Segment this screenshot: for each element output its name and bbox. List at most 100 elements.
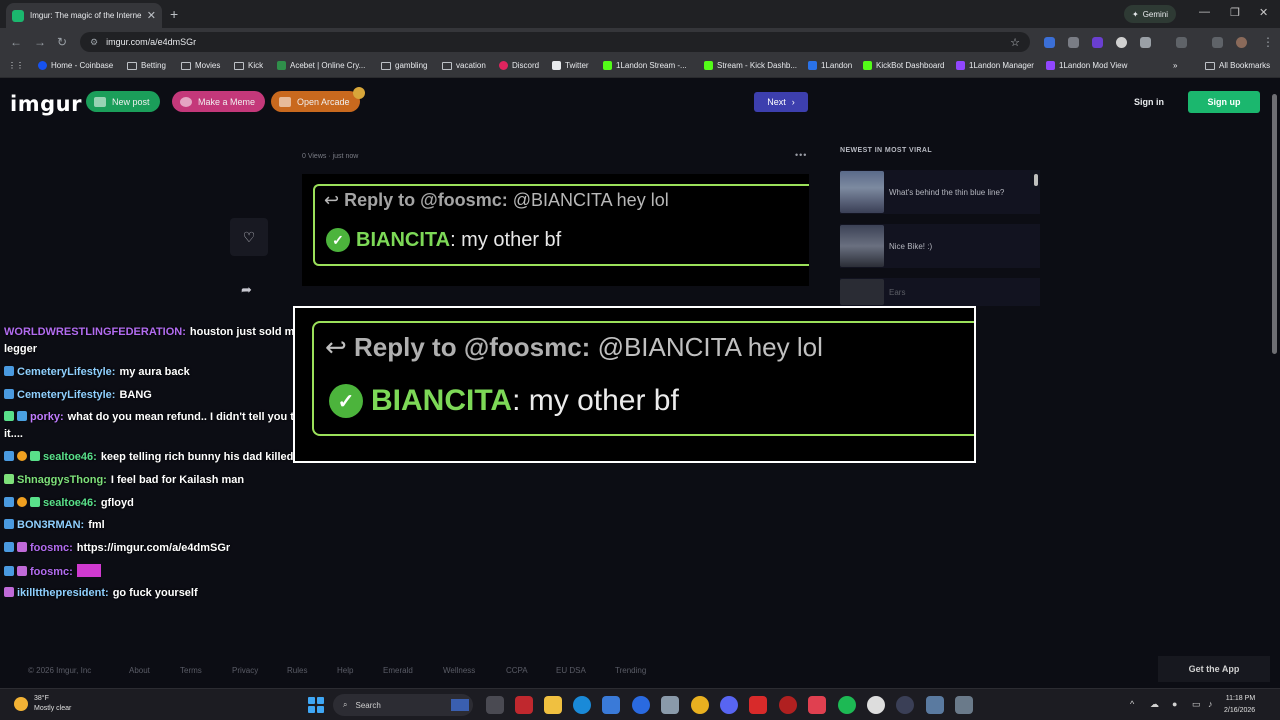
- extension-icon-3[interactable]: [1116, 37, 1127, 48]
- address-bar[interactable]: ⚙ imgur.com/a/e4dmSGr ☆: [80, 32, 1030, 52]
- network-icon[interactable]: ☁: [1150, 699, 1159, 710]
- footer-link-privacy[interactable]: Privacy: [232, 666, 258, 675]
- page-scrollbar[interactable]: [1272, 94, 1277, 354]
- file-explorer-icon[interactable]: [544, 696, 562, 714]
- bookmark-1landon-mod[interactable]: 1Landon Mod View: [1046, 61, 1127, 70]
- new-tab-icon[interactable]: +: [170, 6, 178, 22]
- forward-icon[interactable]: →: [34, 35, 46, 49]
- bookmark-kickbot[interactable]: KickBot Dashboard: [863, 61, 944, 70]
- app-icon[interactable]: [749, 696, 767, 714]
- bookmark-1landon-manager[interactable]: 1Landon Manager: [956, 61, 1034, 70]
- extension-icon-1[interactable]: [1044, 37, 1055, 48]
- restore-icon[interactable]: ❐: [1230, 6, 1240, 19]
- open-arcade-button[interactable]: Open Arcade: [271, 91, 360, 112]
- twitch-extension-icon[interactable]: [1092, 37, 1103, 48]
- sidebar-title: NEWEST IN MOST VIRAL: [840, 147, 932, 154]
- bookmark-1landon-stream[interactable]: 1Landon Stream -...: [603, 61, 687, 70]
- sidebar-item[interactable]: Nice Bike! :): [840, 224, 1040, 268]
- sign-up-button[interactable]: Sign up: [1188, 91, 1260, 113]
- microphone-icon[interactable]: ●: [1172, 699, 1177, 709]
- browser-tab[interactable]: Imgur: The magic of the Interne ✕: [6, 3, 162, 28]
- profile-avatar[interactable]: [1236, 37, 1247, 48]
- app-icon[interactable]: [779, 696, 797, 714]
- chrome-icon[interactable]: [691, 696, 709, 714]
- bookmark-acebet[interactable]: Acebet | Online Cry...: [277, 61, 365, 70]
- sidebar-item[interactable]: Ears: [840, 278, 1040, 306]
- volume-icon[interactable]: ♪: [1208, 699, 1213, 709]
- next-post-button[interactable]: Next ›: [754, 92, 808, 112]
- taskbar-search[interactable]: ⌕ Search: [333, 694, 473, 716]
- app-icon[interactable]: [808, 696, 826, 714]
- edge-icon[interactable]: [573, 696, 591, 714]
- reply-line: ↩ Reply to @foosmc: @BIANCITA hey lol: [324, 190, 669, 211]
- post-options-icon[interactable]: •••: [795, 150, 807, 160]
- media-controls-icon[interactable]: [1212, 37, 1223, 48]
- settings-icon[interactable]: [661, 696, 679, 714]
- site-info-icon[interactable]: ⚙: [90, 37, 98, 48]
- back-icon[interactable]: ←: [10, 35, 22, 49]
- close-window-icon[interactable]: ✕: [1259, 6, 1268, 19]
- app-icon[interactable]: [896, 696, 914, 714]
- footer-link-rules[interactable]: Rules: [287, 666, 307, 675]
- bookmark-1landon[interactable]: 1Landon: [808, 61, 852, 70]
- reload-icon[interactable]: ↻: [57, 35, 67, 49]
- tray-overflow-icon[interactable]: ^: [1130, 699, 1134, 709]
- minimize-icon[interactable]: —: [1199, 6, 1210, 18]
- imgur-logo[interactable]: imgur: [10, 92, 82, 116]
- calculator-icon[interactable]: [955, 696, 973, 714]
- footer-link-ccpa[interactable]: CCPA: [506, 666, 528, 675]
- bookmark-stream-kick[interactable]: Stream - Kick Dashb...: [704, 61, 797, 70]
- bookmark-movies[interactable]: Movies: [181, 61, 220, 70]
- bookmark-star-icon[interactable]: ☆: [1010, 36, 1020, 49]
- bookmark-twitter[interactable]: Twitter: [552, 61, 589, 70]
- thumbnail: [840, 171, 884, 213]
- side-panel-icon[interactable]: [1176, 37, 1187, 48]
- sub-badge-icon: [30, 497, 40, 507]
- browser-menu-icon[interactable]: ⋮: [1262, 35, 1274, 49]
- display-icon[interactable]: ▭: [1192, 699, 1201, 710]
- weather-widget[interactable]: 38°F Mostly clear: [14, 694, 71, 714]
- make-meme-button[interactable]: Make a Meme: [172, 91, 266, 112]
- clock[interactable]: 11:18 PM 2/16/2026: [1224, 693, 1255, 717]
- extensions-puzzle-icon[interactable]: [1140, 37, 1151, 48]
- bookmark-betting[interactable]: Betting: [127, 61, 166, 70]
- gemini-button[interactable]: ✦ Gemini: [1124, 5, 1177, 23]
- discord-icon[interactable]: [720, 696, 738, 714]
- footer-link-trending[interactable]: Trending: [615, 666, 646, 675]
- new-post-button[interactable]: New post: [86, 91, 160, 112]
- gem-badge-icon: [17, 411, 27, 421]
- task-view-icon[interactable]: [486, 696, 504, 714]
- bookmark-kick[interactable]: Kick: [234, 61, 263, 70]
- sidebar-item[interactable]: What's behind the thin blue line?: [840, 170, 1040, 214]
- bookmark-vacation[interactable]: vacation: [442, 61, 486, 70]
- extension-icon-2[interactable]: [1068, 37, 1079, 48]
- footer-link-help[interactable]: Help: [337, 666, 353, 675]
- chat-message: ShnaggysThong: I feel bad for Kailash man: [4, 474, 244, 486]
- footer-link-eu-dsa[interactable]: EU DSA: [556, 666, 586, 675]
- get-app-button[interactable]: Get the App: [1158, 656, 1270, 682]
- close-tab-icon[interactable]: ✕: [147, 9, 156, 22]
- footer-link-about[interactable]: About: [129, 666, 150, 675]
- footer-link-wellness[interactable]: Wellness: [443, 666, 475, 675]
- footer-link-terms[interactable]: Terms: [180, 666, 202, 675]
- start-button[interactable]: [308, 697, 324, 713]
- footer-link-emerald[interactable]: Emerald: [383, 666, 413, 675]
- all-bookmarks-button[interactable]: All Bookmarks: [1205, 61, 1270, 70]
- apps-icon[interactable]: ⋮⋮: [8, 61, 24, 70]
- app-icon[interactable]: [515, 696, 533, 714]
- app-icon[interactable]: [632, 696, 650, 714]
- bookmark-coinbase[interactable]: Home - Coinbase: [38, 61, 113, 70]
- kick-icon: [603, 61, 612, 70]
- kick-icon: [863, 61, 872, 70]
- favorite-heart-icon[interactable]: ♡: [230, 218, 268, 256]
- store-icon[interactable]: [602, 696, 620, 714]
- more-bookmarks-icon[interactable]: »: [1173, 61, 1177, 70]
- sidebar-scrollbar[interactable]: [1034, 174, 1038, 186]
- spotify-icon[interactable]: [838, 696, 856, 714]
- share-arrow-icon[interactable]: ➦: [241, 282, 252, 298]
- bookmark-gambling[interactable]: gambling: [381, 61, 427, 70]
- bookmark-discord[interactable]: Discord: [499, 61, 539, 70]
- sign-in-link[interactable]: Sign in: [1134, 97, 1164, 107]
- app-icon[interactable]: [867, 696, 885, 714]
- app-icon[interactable]: [926, 696, 944, 714]
